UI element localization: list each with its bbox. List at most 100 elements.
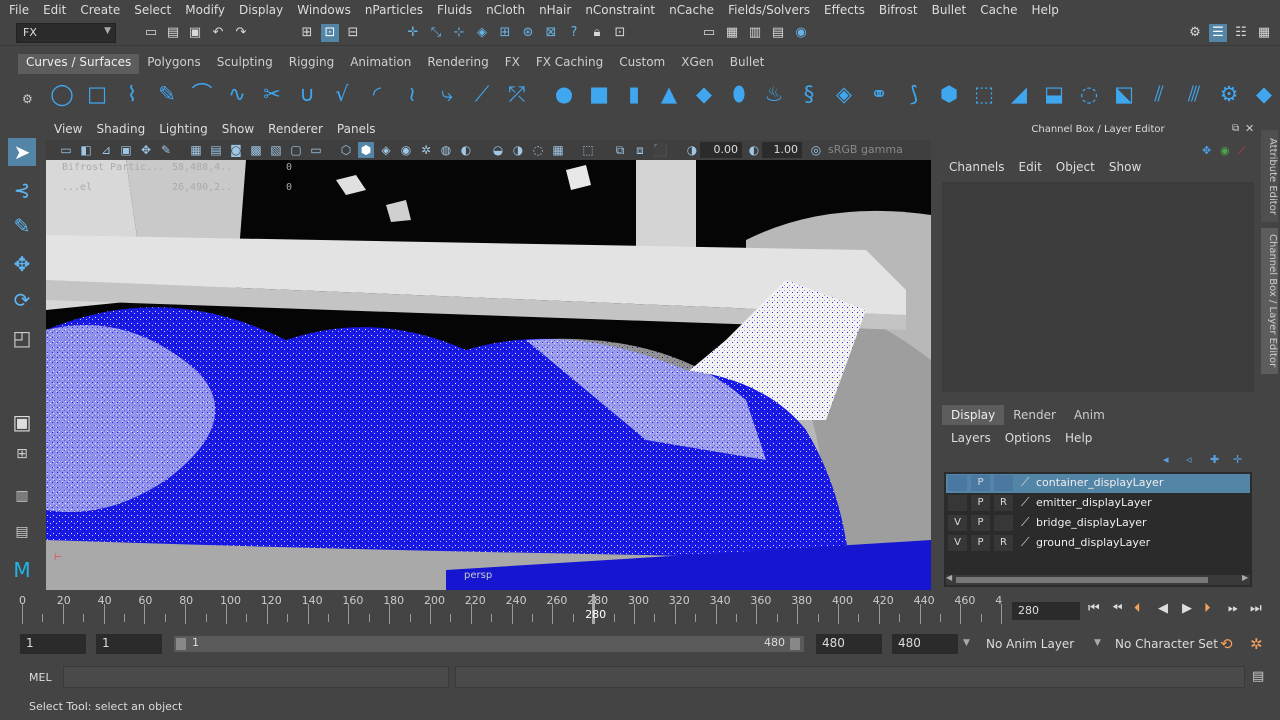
construction-history-icon[interactable]: ⊡ xyxy=(611,24,629,42)
trim-tool-icon[interactable]: ⬕ xyxy=(1110,80,1138,108)
layer-playback-toggle[interactable]: P xyxy=(971,515,990,531)
menu-file[interactable]: File xyxy=(0,3,34,17)
curve-tool-icon[interactable]: ⤱ xyxy=(503,80,531,108)
undo-icon[interactable]: ↶ xyxy=(209,24,227,42)
menu-select[interactable]: Select xyxy=(125,3,176,17)
single-view-icon[interactable]: ▣ xyxy=(8,408,36,436)
workspace-icon[interactable]: ⚙ xyxy=(1186,24,1204,42)
playback-end-field[interactable]: 480 xyxy=(816,634,882,654)
attr-toggle-icon[interactable]: ◉ xyxy=(1220,144,1230,157)
shelf-tab-bullet[interactable]: Bullet xyxy=(722,54,773,74)
menu-create[interactable]: Create xyxy=(71,3,125,17)
layout-icon[interactable]: ☰ xyxy=(1209,24,1227,42)
shelf-tab-fx[interactable]: FX xyxy=(497,54,528,74)
help-icon[interactable]: ? xyxy=(565,24,583,42)
menu-display[interactable]: Display xyxy=(230,3,288,17)
scroll-left-icon[interactable]: ◀ xyxy=(946,573,952,582)
loft-icon[interactable]: § xyxy=(795,80,823,108)
layer-playback-toggle[interactable]: P xyxy=(971,535,990,551)
nurbs-circle-icon[interactable]: ◯ xyxy=(48,80,76,108)
layer-visibility-toggle[interactable]: V xyxy=(948,535,967,551)
layer-color-swatch[interactable]: ⟋ xyxy=(1021,475,1034,491)
select-component-icon[interactable]: ⊟ xyxy=(344,24,362,42)
play-backwards-icon[interactable]: ◀ xyxy=(1158,601,1168,616)
nurbs-cone-icon[interactable]: ▲ xyxy=(655,80,683,108)
range-handle-end[interactable] xyxy=(790,638,800,650)
rebuild-curve-icon[interactable]: ⤷ xyxy=(433,80,461,108)
grease-pencil-icon[interactable]: ✎ xyxy=(158,142,174,158)
anti-aliasing-icon[interactable]: ◑ xyxy=(510,142,526,158)
layer-tab-anim[interactable]: Anim xyxy=(1065,405,1114,425)
offset-curve-icon[interactable]: ≀ xyxy=(398,80,426,108)
gamma-field[interactable]: 1.00 xyxy=(762,142,802,158)
viewport-menu-panels[interactable]: Panels xyxy=(329,120,382,140)
step-back-frame-icon[interactable]: ⏴ xyxy=(1134,601,1141,616)
layer-row[interactable]: P R ⟋ emitter_displayLayer xyxy=(946,494,1250,513)
isolate-select-icon[interactable]: ▦ xyxy=(550,142,566,158)
lasso-tool-icon[interactable]: ⊰ xyxy=(8,176,36,204)
resolution-gate-icon[interactable]: ◙ xyxy=(228,142,244,158)
anim-layer-dropdown[interactable]: No Anim Layer xyxy=(986,637,1074,651)
step-forward-frame-icon[interactable]: ⏵ xyxy=(1204,601,1211,616)
layer-menu-options[interactable]: Options xyxy=(998,431,1058,445)
xray-active-icon[interactable]: ⧈ xyxy=(632,142,648,158)
make-live-icon[interactable]: ⊛ xyxy=(519,24,537,42)
textured-icon[interactable]: ◉ xyxy=(398,142,414,158)
select-hierarchy-icon[interactable]: ⊞ xyxy=(298,24,316,42)
bevel-icon[interactable]: ◢ xyxy=(1005,80,1033,108)
menu-windows[interactable]: Windows xyxy=(288,3,356,17)
chevron-down-icon[interactable]: ▼ xyxy=(963,638,970,648)
channel-menu-show[interactable]: Show xyxy=(1102,160,1148,174)
extend-curve-icon[interactable]: ⟋ xyxy=(468,80,496,108)
render-frame-icon[interactable]: ▦ xyxy=(723,24,741,42)
layer-color-swatch[interactable]: ⟋ xyxy=(1021,495,1034,511)
layer-reference-toggle[interactable] xyxy=(994,515,1013,531)
depth-of-field-icon[interactable]: ◌ xyxy=(530,142,546,158)
layer-visibility-toggle[interactable] xyxy=(948,475,967,491)
shadows-icon[interactable]: ◍ xyxy=(438,142,454,158)
nurbs-torus-icon[interactable]: ⬮ xyxy=(725,80,753,108)
camera-select-icon[interactable]: ▭ xyxy=(58,142,74,158)
viewport-menu-lighting[interactable]: Lighting xyxy=(151,120,214,140)
render-view-icon[interactable]: ▭ xyxy=(700,24,718,42)
menu-modify[interactable]: Modify xyxy=(176,3,230,17)
menu-set-dropdown[interactable]: FX ▼ xyxy=(16,23,116,43)
layer-color-swatch[interactable]: ⟋ xyxy=(1021,535,1034,551)
wireframe-on-shaded-icon[interactable]: ◈ xyxy=(378,142,394,158)
menu-fluids[interactable]: Fluids xyxy=(428,3,477,17)
rotate-tool-icon[interactable]: ⟳ xyxy=(8,286,36,314)
new-layer-selected-icon[interactable]: ✛ xyxy=(1233,453,1242,466)
menu-fields-solvers[interactable]: Fields/Solvers xyxy=(719,3,815,17)
viewport-menu-view[interactable]: View xyxy=(46,120,88,140)
open-scene-icon[interactable]: ▤ xyxy=(164,24,182,42)
layout-alt-icon[interactable]: ☷ xyxy=(1232,24,1250,42)
scroll-right-icon[interactable]: ▶ xyxy=(1242,573,1248,582)
birail-icon[interactable]: ⟆ xyxy=(900,80,928,108)
playback-start-field[interactable]: 1 xyxy=(96,634,162,654)
gamma-icon[interactable]: ◐ xyxy=(746,142,762,158)
layer-menu-help[interactable]: Help xyxy=(1058,431,1099,445)
film-gate-icon[interactable]: ▤ xyxy=(208,142,224,158)
layer-reference-toggle[interactable]: R xyxy=(994,495,1013,511)
menu-nconstraint[interactable]: nConstraint xyxy=(576,3,660,17)
shelf-tab-custom[interactable]: Custom xyxy=(611,54,673,74)
viewport-persp[interactable]: Bifrost Partic... 58,488,4.. 0 ...el 26,… xyxy=(46,160,931,590)
lock-icon[interactable]: 🔒︎ xyxy=(588,24,606,42)
smooth-shade-icon[interactable]: ⬢ xyxy=(358,142,374,158)
layer-tab-display[interactable]: Display xyxy=(942,405,1005,425)
float-panel-icon[interactable]: ⧉ xyxy=(1232,123,1239,134)
menu-effects[interactable]: Effects xyxy=(815,3,870,17)
xray-icon[interactable]: ⬚ xyxy=(580,142,596,158)
layer-playback-toggle[interactable]: P xyxy=(971,475,990,491)
image-plane-icon[interactable]: ▣ xyxy=(118,142,134,158)
range-handle-start[interactable] xyxy=(176,638,186,650)
shelf-tab-rigging[interactable]: Rigging xyxy=(281,54,342,74)
move-tool-icon[interactable]: ✥ xyxy=(8,250,36,278)
bookmark-icon[interactable]: ⊿ xyxy=(98,142,114,158)
channel-menu-edit[interactable]: Edit xyxy=(1012,160,1049,174)
field-chart-icon[interactable]: ▧ xyxy=(268,142,284,158)
gate-mask-icon[interactable]: ▩ xyxy=(248,142,264,158)
channel-box-toggle-icon[interactable]: ✥ xyxy=(1202,144,1211,157)
viewport-menu-renderer[interactable]: Renderer xyxy=(260,120,329,140)
layer-row[interactable]: V P R ⟋ ground_displayLayer xyxy=(946,534,1250,553)
